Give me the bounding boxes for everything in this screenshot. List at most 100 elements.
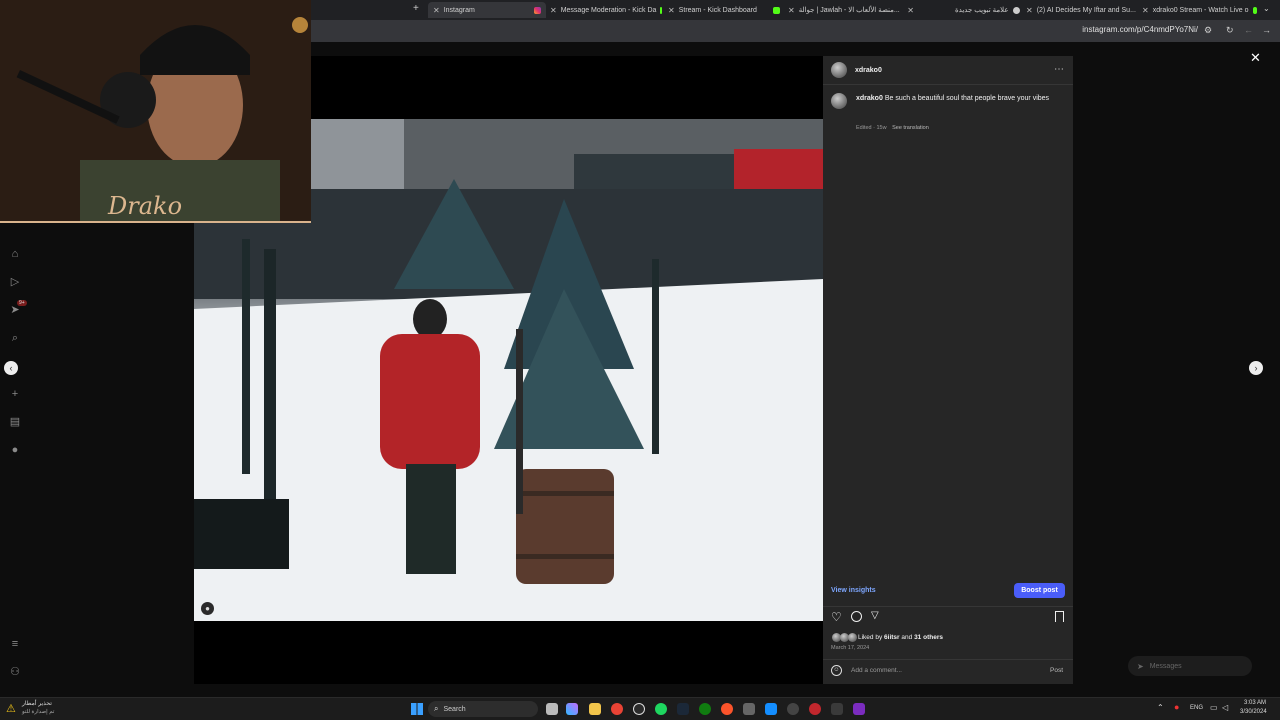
steam-icon[interactable] [677,703,689,715]
liked-others[interactable]: 31 others [914,634,943,641]
kick-icon [660,6,662,14]
media-player-icon[interactable] [809,703,821,715]
tab-stream-dashboard[interactable]: ✕ Stream - Kick Dashboard [668,2,780,18]
liked-prefix: Liked by [858,634,883,641]
tray-chevron-icon[interactable]: ⌃ [1157,703,1164,712]
network-icon[interactable]: ▭ [1210,703,1218,712]
microphone-icon[interactable]: ● [1174,702,1179,712]
save-bookmark-icon[interactable] [1055,611,1064,622]
clock-date[interactable]: 3/30/2024 [1240,709,1267,715]
forward-icon[interactable]: → [1262,25,1271,35]
windows-start-icon[interactable] [411,703,423,715]
previous-post-chevron-icon[interactable]: ‹ [4,361,18,375]
site-settings-icon[interactable]: ⚙ [1204,25,1212,36]
close-tab-icon[interactable]: ✕ [550,6,557,15]
view-insights-link[interactable]: View insights [831,587,876,594]
liked-user[interactable]: 6iitsr [884,634,900,641]
close-tab-icon[interactable]: ✕ [1026,6,1033,15]
tab-ai-decides[interactable]: ✕ (2) AI Decides My Iftar and Su... [1026,2,1138,18]
tagged-user-icon[interactable]: ● [201,602,214,615]
taskbar: ⚠ تحذير أمطار تم إصدارة للتو ⌕ Search ⌃ … [0,697,1280,720]
tab-jawlah[interactable]: ✕ جوالة | Jawlah - منصة الألعاب الا... ✕ [788,2,914,18]
file-explorer-icon[interactable] [589,703,601,715]
share-send-icon[interactable]: ▽ [871,610,879,621]
profile-nav-icon[interactable]: ● [8,443,22,457]
language-indicator[interactable]: ENG [1190,705,1203,711]
tab-label: Stream - Kick Dashboard [678,6,757,14]
avatar[interactable] [831,62,847,78]
chrome-taskbar-icon[interactable] [611,703,623,715]
post-comment-button[interactable]: Post [1050,667,1063,674]
app-icon[interactable] [743,703,755,715]
taskbar-search[interactable]: ⌕ Search [428,701,538,717]
spotify-icon[interactable] [655,703,667,715]
close-tab-icon[interactable]: ✕ [668,6,675,15]
close-viewer-icon[interactable]: ✕ [1250,50,1261,66]
copilot-icon[interactable] [566,703,578,715]
create-icon[interactable]: + [8,387,22,401]
close-tab-icon[interactable]: ✕ [1142,6,1149,15]
tab-label: Instagram [443,6,475,14]
url-field[interactable]: instagram.com/p/C4nmdPYo7Ni/ [1082,25,1198,34]
clock-time[interactable]: 3:03 AM [1244,700,1266,706]
obs-icon[interactable] [633,703,645,715]
xbox-icon[interactable] [699,703,711,715]
volume-icon[interactable]: ◁ [1222,703,1228,712]
close-tab-icon[interactable]: ✕ [788,6,795,15]
weather-title[interactable]: تحذير أمطار [22,700,52,707]
tab-label: جوالة | Jawlah - منصة الألعاب الا... [798,7,900,14]
app-icon[interactable] [831,703,843,715]
boost-post-button[interactable]: Boost post [1014,583,1065,598]
webcam-signature: Drako [108,192,183,220]
more-menu-icon[interactable]: ≡ [8,637,22,651]
caption: xdrako0 Be such a beautiful soul that pe… [856,95,1066,102]
weather-warning-icon[interactable]: ⚠ [6,702,16,715]
new-tab-icon[interactable]: + [413,3,419,14]
edited-label: Edited · 15w [856,125,887,131]
see-translation-link[interactable]: See translation [892,125,929,131]
tab-new-tab[interactable]: علامة تبويب جديدة [955,2,1023,18]
divider [823,606,1073,607]
post-date: March 17, 2024 [831,645,870,651]
kick-icon [773,6,780,14]
search-label: Search [443,705,466,713]
webcam-overlay: Drako [0,0,311,223]
brave-icon[interactable] [721,703,733,715]
tab-message-moderation[interactable]: ✕ Message Moderation - Kick Da [550,2,662,18]
kick-icon [1252,6,1257,14]
instagram-icon [534,6,541,14]
more-options-icon[interactable]: ⋯ [1054,64,1064,75]
like-heart-icon[interactable]: ♡ [831,610,842,624]
close-tab-icon[interactable]: ✕ [907,6,914,15]
tab-instagram[interactable]: ✕ Instagram [428,2,546,18]
meta-icon[interactable]: ⚇ [8,665,22,679]
liked-and: and [901,634,913,641]
reels-icon[interactable]: ▷ [8,275,22,289]
caption-username[interactable]: xdrako0 [856,95,883,102]
tab-xdrako0-stream[interactable]: ✕ xdrako0 Stream - Watch Live o [1142,2,1257,18]
post-username[interactable]: xdrako0 [855,67,882,74]
messages-pill[interactable]: ➤ Messages [1128,656,1252,676]
home-icon[interactable]: ⌂ [8,247,22,261]
comment-bubble-icon[interactable] [851,611,862,622]
tab-label: Message Moderation - Kick Da [560,6,657,14]
caption-avatar[interactable] [831,93,847,109]
emoji-icon[interactable]: ☺ [831,665,842,676]
battlenet-icon[interactable] [765,703,777,715]
app-icon[interactable] [787,703,799,715]
comment-input[interactable]: Add a comment... [851,667,902,674]
back-icon[interactable]: ← [1244,25,1253,35]
tab-list-chevron-icon[interactable]: ⌄ [1263,4,1270,13]
reload-icon[interactable]: ↻ [1226,25,1234,36]
divider [823,659,1073,660]
liked-by-avatar [848,633,857,642]
app-icon[interactable] [853,703,865,715]
search-nav-icon[interactable]: ⌕ [8,331,22,345]
next-post-chevron-icon[interactable]: › [1249,361,1263,375]
dashboard-icon[interactable]: ▤ [8,415,22,429]
task-view-icon[interactable] [546,703,558,715]
caption-meta: Edited · 15w See translation [856,125,929,131]
chrome-icon [1012,6,1020,14]
liked-by-line: Liked by 6iitsr and 31 others [858,634,943,641]
close-tab-icon[interactable]: ✕ [433,6,440,15]
